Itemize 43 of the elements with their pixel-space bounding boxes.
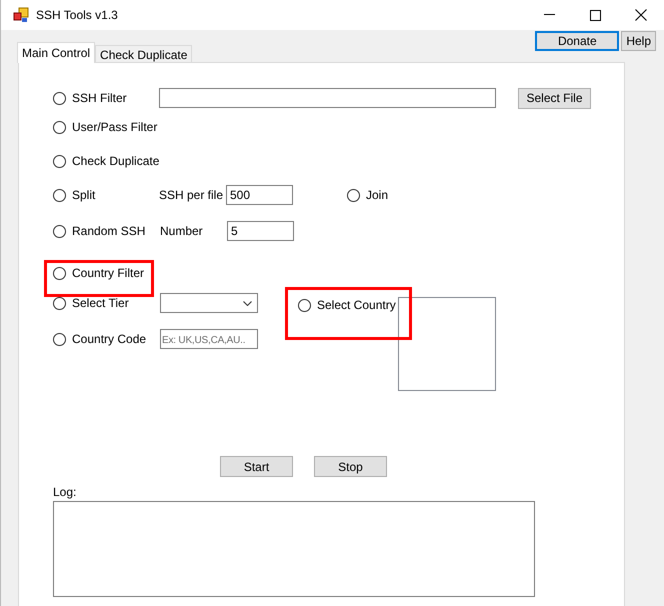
radio-label[interactable]: Check Duplicate <box>72 154 160 168</box>
ssh-per-file-field[interactable]: 500 <box>226 185 293 205</box>
radio-label[interactable]: User/Pass Filter <box>72 120 158 134</box>
radio-button[interactable] <box>53 154 66 168</box>
maximize-icon <box>590 10 600 20</box>
tier-dropdown[interactable] <box>160 293 258 313</box>
radio-button[interactable] <box>347 188 360 202</box>
radio-button[interactable] <box>53 332 66 346</box>
radio-label[interactable]: Join <box>366 188 388 202</box>
file-path-field[interactable] <box>159 88 496 108</box>
start-button[interactable]: Start <box>220 456 293 477</box>
close-icon <box>635 9 647 21</box>
radio-button[interactable] <box>53 120 66 134</box>
field-label: SSH per file <box>159 188 224 202</box>
radio-button[interactable] <box>53 92 66 104</box>
radio-label[interactable]: Country Filter <box>72 266 144 280</box>
radio-button[interactable] <box>53 266 66 280</box>
radio-label[interactable]: Select Country <box>317 298 396 312</box>
chevron-down-icon <box>243 300 252 306</box>
radio-label[interactable]: Select Tier <box>72 296 129 310</box>
radio-button[interactable] <box>53 296 66 310</box>
log-label: Log: <box>53 485 76 499</box>
app-icon <box>13 7 29 23</box>
select-file-button[interactable]: Select File <box>518 88 591 108</box>
radio-button[interactable] <box>298 298 311 312</box>
radio-button[interactable] <box>53 224 66 238</box>
radio-label[interactable]: Random SSH <box>72 224 146 238</box>
country-code-field[interactable]: Ex: UK,US,CA,AU.. <box>160 329 258 349</box>
window-title: SSH Tools v1.3 <box>36 8 118 22</box>
country-list[interactable] <box>398 297 496 391</box>
donate-button[interactable]: Donate <box>535 31 620 51</box>
radio-button[interactable] <box>53 188 66 202</box>
field-label: Number <box>160 224 203 238</box>
tab[interactable]: Check Duplicate <box>95 45 192 63</box>
number-field[interactable]: 5 <box>227 221 294 241</box>
stop-button[interactable]: Stop <box>314 456 387 477</box>
radio-label[interactable]: SSH Filter <box>72 91 127 105</box>
radio-label[interactable]: Country Code <box>72 332 146 346</box>
help-button[interactable]: Help <box>621 31 656 51</box>
minimize-icon <box>544 14 554 16</box>
radio-label[interactable]: Split <box>72 188 96 202</box>
log-field[interactable] <box>53 501 535 597</box>
tab[interactable]: Main Control <box>17 42 96 63</box>
